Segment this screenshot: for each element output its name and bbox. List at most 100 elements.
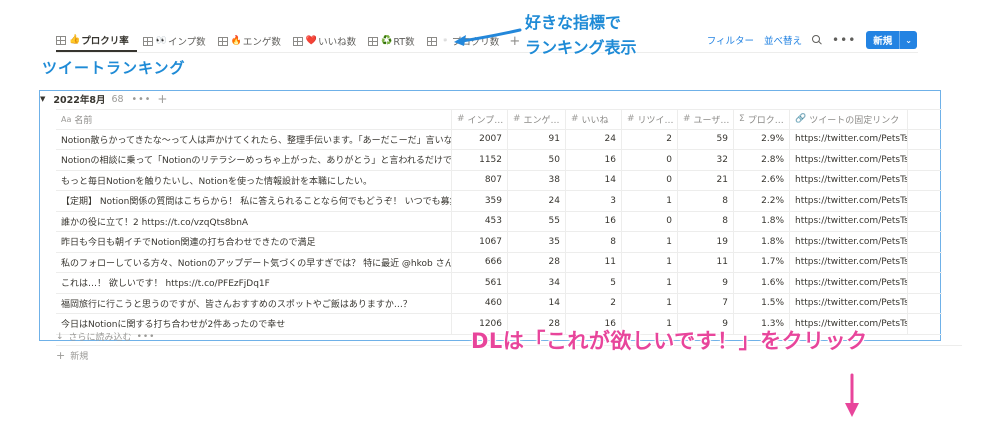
cell-retweets[interactable]: 1	[622, 252, 678, 272]
cell-engagements[interactable]: 28	[508, 252, 566, 272]
table-row[interactable]: Notion散らかってきたな〜って人は声かけてくれたら、整理手伝います。「あーだ…	[56, 129, 942, 150]
cell-engagements[interactable]: 55	[508, 211, 566, 231]
filter-button[interactable]: フィルター	[707, 33, 754, 47]
load-more-button[interactable]: ↓ さらに読み込む •••	[56, 330, 156, 344]
cell-user[interactable]: 8	[678, 191, 734, 211]
cell-impressions[interactable]: 359	[452, 191, 508, 211]
more-options-icon[interactable]: •••	[137, 332, 156, 342]
cell-name[interactable]: これは…！ 欲しいです！ https://t.co/PFEzFjDq1F	[56, 273, 452, 293]
column-header-retweets[interactable]: # リツイ…	[622, 110, 678, 129]
cell-link[interactable]: https://twitter.com/PetsTsubas	[790, 191, 908, 211]
table-row[interactable]: 私のフォローしている方々、Notionのアップデート気づくの早すぎでは？ 特に最…	[56, 252, 942, 273]
cell-retweets[interactable]: 1	[622, 232, 678, 252]
cell-engagements[interactable]: 91	[508, 129, 566, 149]
sort-button[interactable]: 並べ替え	[764, 33, 802, 47]
cell-user[interactable]: 7	[678, 293, 734, 313]
cell-engagements[interactable]: 34	[508, 273, 566, 293]
cell-user[interactable]: 21	[678, 170, 734, 190]
cell-likes[interactable]: 5	[566, 273, 622, 293]
cell-impressions[interactable]: 666	[452, 252, 508, 272]
cell-name[interactable]: 昨日も今日も朝イチでNotion関連の打ち合わせできたので満足	[56, 232, 452, 252]
cell-engagements[interactable]: 50	[508, 150, 566, 170]
column-header-engagements[interactable]: # エンゲ…	[508, 110, 566, 129]
table-row[interactable]: 【定期】 Notion関係の質問はこちらから！ 私に答えられることなら何でもどう…	[56, 191, 942, 212]
tab-view-2[interactable]: 👀 インプ数	[142, 30, 214, 52]
cell-impressions[interactable]: 1152	[452, 150, 508, 170]
cell-retweets[interactable]: 0	[622, 150, 678, 170]
cell-engagements[interactable]: 38	[508, 170, 566, 190]
cell-retweets[interactable]: 0	[622, 211, 678, 231]
cell-rate[interactable]: 1.8%	[734, 232, 790, 252]
cell-retweets[interactable]: 1	[622, 273, 678, 293]
cell-name[interactable]: 誰かの役に立て！2 https://t.co/vzqQts8bnA	[56, 211, 452, 231]
cell-rate[interactable]: 1.8%	[734, 211, 790, 231]
cell-impressions[interactable]: 1067	[452, 232, 508, 252]
cell-retweets[interactable]: 1	[622, 293, 678, 313]
cell-rate[interactable]: 1.6%	[734, 273, 790, 293]
cell-retweets[interactable]: 1	[622, 191, 678, 211]
cell-user[interactable]: 59	[678, 129, 734, 149]
cell-likes[interactable]: 14	[566, 170, 622, 190]
cell-impressions[interactable]: 807	[452, 170, 508, 190]
cell-link[interactable]: https://twitter.com/PetsTsubas	[790, 232, 908, 252]
cell-link[interactable]: https://twitter.com/PetsTsubas	[790, 293, 908, 313]
chevron-down-icon[interactable]: ⌄	[899, 31, 917, 49]
collapse-toggle-icon[interactable]: ▼	[40, 95, 45, 103]
cell-impressions[interactable]: 460	[452, 293, 508, 313]
column-header-rate[interactable]: Σ プロク…	[734, 110, 790, 129]
cell-link[interactable]: https://twitter.com/PetsTsubas	[790, 150, 908, 170]
cell-likes[interactable]: 2	[566, 293, 622, 313]
table-row[interactable]: 誰かの役に立て！2 https://t.co/vzqQts8bnA 453 55…	[56, 211, 942, 232]
group-add-plus-icon[interactable]: +	[157, 92, 167, 106]
cell-retweets[interactable]: 0	[622, 170, 678, 190]
cell-rate[interactable]: 1.5%	[734, 293, 790, 313]
table-row[interactable]: 昨日も今日も朝イチでNotion関連の打ち合わせできたので満足 1067 35 …	[56, 232, 942, 253]
cell-link[interactable]: https://twitter.com/PetsTsubas	[790, 273, 908, 293]
cell-likes[interactable]: 8	[566, 232, 622, 252]
cell-impressions[interactable]: 561	[452, 273, 508, 293]
column-header-link[interactable]: 🔗 ツイートの固定リンク	[790, 110, 908, 129]
cell-name[interactable]: もっと毎日Notionを触りたいし、Notionを使った情報設計を本職にしたい。	[56, 170, 452, 190]
table-row[interactable]: もっと毎日Notionを触りたいし、Notionを使った情報設計を本職にしたい。…	[56, 170, 942, 191]
cell-engagements[interactable]: 35	[508, 232, 566, 252]
cell-impressions[interactable]: 2007	[452, 129, 508, 149]
tab-view-3[interactable]: 🔥 エンゲ数	[217, 30, 289, 52]
cell-rate[interactable]: 2.2%	[734, 191, 790, 211]
cell-name[interactable]: 【定期】 Notion関係の質問はこちらから！ 私に答えられることなら何でもどう…	[56, 191, 452, 211]
cell-rate[interactable]: 1.7%	[734, 252, 790, 272]
cell-user[interactable]: 19	[678, 232, 734, 252]
column-header-likes[interactable]: # いいね	[566, 110, 622, 129]
cell-rate[interactable]: 2.6%	[734, 170, 790, 190]
cell-engagements[interactable]: 24	[508, 191, 566, 211]
table-row[interactable]: これは…！ 欲しいです！ https://t.co/PFEzFjDq1F 561…	[56, 273, 942, 294]
cell-likes[interactable]: 11	[566, 252, 622, 272]
cell-likes[interactable]: 24	[566, 129, 622, 149]
cell-user[interactable]: 11	[678, 252, 734, 272]
cell-link[interactable]: https://twitter.com/PetsTsubas	[790, 170, 908, 190]
cell-name[interactable]: Notion散らかってきたな〜って人は声かけてくれたら、整理手伝います。「あーだ…	[56, 129, 452, 149]
cell-name[interactable]: 私のフォローしている方々、Notionのアップデート気づくの早すぎでは？ 特に最…	[56, 252, 452, 272]
cell-name[interactable]: Notionの相談に乗って「Notionのリテラシーめっちゃ上がった、ありがとう…	[56, 150, 452, 170]
cell-engagements[interactable]: 14	[508, 293, 566, 313]
column-header-name[interactable]: Aa 名前	[56, 110, 452, 129]
cell-retweets[interactable]: 2	[622, 129, 678, 149]
new-button[interactable]: 新規 ⌄	[866, 31, 917, 49]
cell-likes[interactable]: 16	[566, 211, 622, 231]
group-more-icon[interactable]: •••	[132, 94, 152, 105]
column-header-user[interactable]: # ユーザ…	[678, 110, 734, 129]
cell-name[interactable]: 福岡旅行に行こうと思うのですが、皆さんおすすめのスポットやご飯はありますか…？	[56, 293, 452, 313]
cell-user[interactable]: 8	[678, 211, 734, 231]
cell-user[interactable]: 32	[678, 150, 734, 170]
cell-rate[interactable]: 2.9%	[734, 129, 790, 149]
cell-link[interactable]: https://twitter.com/PetsTsubas	[790, 252, 908, 272]
cell-impressions[interactable]: 453	[452, 211, 508, 231]
cell-link[interactable]: https://twitter.com/PetsTsubas	[790, 129, 908, 149]
table-row[interactable]: Notionの相談に乗って「Notionのリテラシーめっちゃ上がった、ありがとう…	[56, 150, 942, 171]
cell-likes[interactable]: 16	[566, 150, 622, 170]
search-icon[interactable]	[812, 35, 822, 45]
cell-user[interactable]: 9	[678, 273, 734, 293]
cell-likes[interactable]: 3	[566, 191, 622, 211]
column-header-impressions[interactable]: # インプ…	[452, 110, 508, 129]
table-row[interactable]: 福岡旅行に行こうと思うのですが、皆さんおすすめのスポットやご飯はありますか…？ …	[56, 293, 942, 314]
cell-rate[interactable]: 2.8%	[734, 150, 790, 170]
